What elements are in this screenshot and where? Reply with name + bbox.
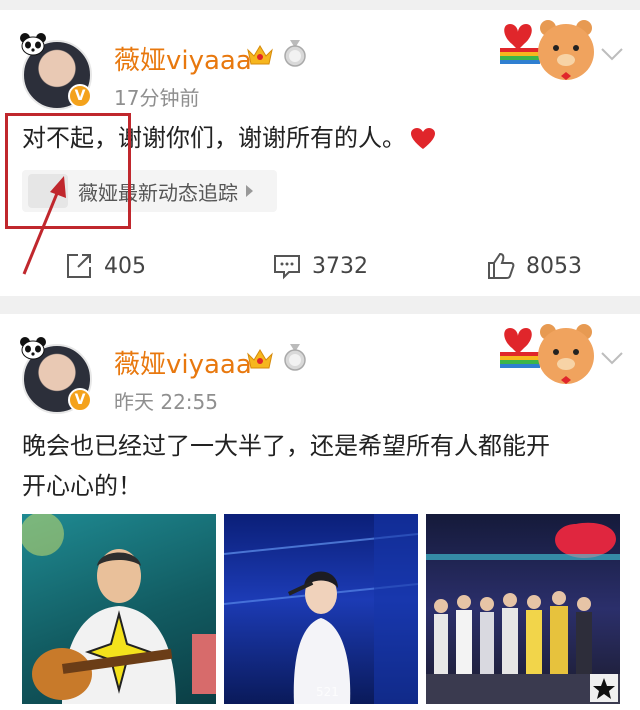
chevron-down-icon[interactable]: [600, 46, 624, 62]
photo-illustration: [426, 522, 620, 704]
post-text-line: 晚会也已经过了一大半了，还是希望所有人都能开: [22, 432, 550, 460]
photo-grid: 521: [22, 514, 620, 704]
repost-count: 405: [104, 253, 146, 279]
medal-icon[interactable]: [282, 344, 308, 372]
feed-post: V 薇娅viyaaa 昨天 22:55 晚会也已经过了一大半了，还是希望所有人都…: [0, 314, 640, 710]
post-text-line: 开心心的！: [22, 472, 142, 500]
post-time: 昨天 22:55: [114, 390, 218, 414]
photo-singer-on-stage[interactable]: 521: [224, 514, 418, 704]
verified-badge-icon: V: [68, 84, 92, 108]
chevron-right-icon: [246, 185, 253, 197]
medal-icon[interactable]: [282, 40, 308, 68]
username[interactable]: 薇娅viyaaa: [114, 344, 252, 381]
photo-watermark: 521: [316, 685, 339, 699]
like-count: 8053: [526, 253, 582, 279]
photo-illustration: 521: [224, 514, 418, 704]
comment-icon: [274, 255, 300, 280]
post-content: 晚会也已经过了一大半了，还是希望所有人都能开 开心心的！: [22, 426, 550, 506]
post-time: 17分钟前: [114, 86, 200, 110]
comment-count: 3732: [312, 253, 368, 279]
annotation-arrow: [22, 176, 66, 275]
comment-button[interactable]: 3732: [272, 246, 368, 286]
feed-post: V 薇娅viyaaa 17分钟前 对不起，谢谢你们，谢谢所有的人。 薇娅最新动态…: [0, 10, 640, 296]
verified-badge-icon: V: [68, 388, 92, 412]
chevron-down-icon[interactable]: [600, 350, 624, 366]
crown-icon[interactable]: [246, 42, 274, 68]
heart-icon: [411, 128, 435, 149]
photo-man-with-guitar[interactable]: [22, 514, 216, 704]
repost-button[interactable]: 405: [64, 246, 146, 286]
panda-icon: [20, 337, 46, 360]
panda-icon: [20, 33, 46, 56]
username[interactable]: 薇娅viyaaa: [114, 40, 252, 77]
photo-illustration: [22, 514, 216, 704]
like-icon: [488, 252, 515, 279]
like-button[interactable]: 8053: [486, 246, 582, 286]
photo-group-on-stage[interactable]: [426, 514, 620, 704]
crown-icon[interactable]: [246, 346, 274, 372]
bear-sticker-icon[interactable]: [498, 318, 594, 392]
bear-sticker-icon[interactable]: [498, 14, 594, 88]
action-bar: 405 3732 8053: [0, 246, 640, 286]
